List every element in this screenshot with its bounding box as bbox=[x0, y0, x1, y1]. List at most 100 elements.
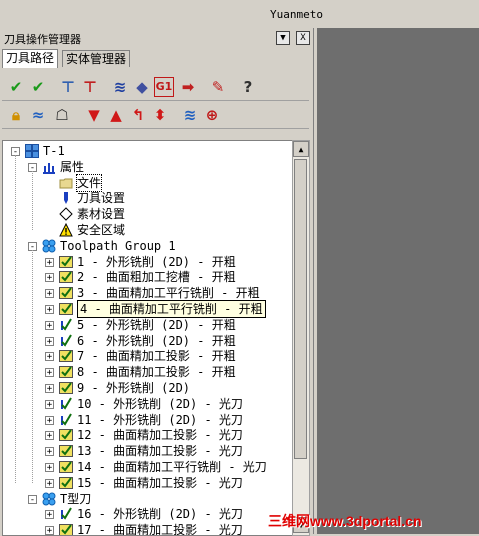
tree-operation[interactable]: +5 - 外形铣削 (2D) - 开粗 bbox=[3, 317, 290, 333]
toolbar-row-2: 🔒︎ ≈ ☖ ▼ ▲ ↰ ⬍ ≋ ⊕ bbox=[2, 102, 309, 129]
files-icon bbox=[59, 176, 73, 190]
tree-property-item[interactable]: 素材设置 bbox=[3, 206, 290, 222]
node-label: 安全区域 bbox=[77, 223, 126, 237]
properties-icon bbox=[42, 160, 56, 174]
expand-toggle[interactable]: + bbox=[45, 289, 54, 299]
toolbar-row-1: ✔ ✔ ⊤ ⊤ ≋ ◆ G1 ➡ ✎ ? bbox=[2, 74, 309, 101]
expand-toggle[interactable]: + bbox=[45, 510, 54, 520]
display-toggle-icon[interactable]: ≋ bbox=[180, 105, 200, 125]
graphics-viewport[interactable] bbox=[317, 28, 479, 534]
tree-operation[interactable]: +13 - 曲面精加工投影 - 光刀 bbox=[3, 443, 290, 459]
tree-operation[interactable]: +11 - 外形铣削 (2D) - 光刀 bbox=[3, 412, 290, 428]
scroll-thumb[interactable] bbox=[294, 159, 307, 459]
tree-scrollbar[interactable]: ▲ ▼ bbox=[292, 140, 310, 536]
expand-toggle[interactable]: + bbox=[45, 463, 54, 473]
operations-manager-panel: 刀具操作管理器 ▼ X 刀具路径 实体管理器 ✔ ✔ ⊤ ⊤ ≋ ◆ G1 ➡ … bbox=[0, 28, 314, 536]
title-strip: Yuanmeto bbox=[0, 0, 479, 28]
node-label: 7 - 曲面精加工投影 - 开粗 bbox=[77, 349, 236, 364]
tree-operation[interactable]: +3 - 曲面精加工平行铣削 - 开粗 bbox=[3, 285, 290, 301]
tree-operation[interactable]: +14 - 曲面精加工平行铣削 - 光刀 bbox=[3, 459, 290, 475]
scroll-up-arrow[interactable]: ▲ bbox=[293, 141, 309, 157]
tree-operation[interactable]: +15 - 曲面精加工投影 - 光刀 bbox=[3, 475, 290, 491]
move-down-icon[interactable]: ▼ bbox=[84, 105, 104, 125]
node-label: 1 - 外形铣削 (2D) - 开粗 bbox=[77, 254, 236, 269]
node-label: T-1 bbox=[43, 144, 65, 158]
tree-properties[interactable]: - 属性 bbox=[3, 159, 290, 175]
tree-operation[interactable]: +4 - 曲面精加工平行铣削 - 开粗 bbox=[3, 300, 290, 318]
operation-tree[interactable]: - T-1- 属性 文件 刀具设置 素材设置 安全区域 - Toolpath Group 1 +1… bbox=[2, 140, 293, 536]
tree-connector-line bbox=[32, 249, 33, 483]
expand-toggle[interactable]: + bbox=[45, 447, 54, 457]
regen-all-icon[interactable]: ⊤ bbox=[58, 77, 78, 97]
select-dirty-ops-icon[interactable]: ✔ bbox=[28, 77, 48, 97]
valid-op-icon bbox=[59, 318, 73, 332]
valid-op-icon bbox=[59, 397, 73, 411]
g1-post-icon[interactable]: G1 bbox=[154, 77, 174, 97]
dirty-op-icon bbox=[59, 270, 73, 284]
expand-toggle[interactable]: + bbox=[45, 368, 54, 378]
expand-toggle[interactable]: + bbox=[45, 431, 54, 441]
tab-toolpaths[interactable]: 刀具路径 bbox=[2, 49, 59, 68]
tree-operation[interactable]: +1 - 外形铣削 (2D) - 开粗 bbox=[3, 254, 290, 270]
expand-toggle[interactable]: + bbox=[45, 352, 54, 362]
expand-toggle[interactable]: + bbox=[45, 305, 54, 315]
lasso-icon[interactable]: ⊕ bbox=[202, 105, 222, 125]
tree-property-item[interactable]: 文件 bbox=[3, 173, 290, 192]
expand-toggle[interactable]: + bbox=[45, 257, 54, 267]
panel-dropdown-button[interactable]: ▼ bbox=[276, 31, 290, 45]
tree-operation[interactable]: +10 - 外形铣削 (2D) - 光刀 bbox=[3, 396, 290, 412]
tree-operation[interactable]: +9 - 外形铣削 (2D) bbox=[3, 380, 290, 396]
dirty-op-icon bbox=[59, 444, 73, 458]
valid-op-icon bbox=[59, 507, 73, 521]
tree-property-item[interactable]: 安全区域 bbox=[3, 222, 290, 238]
high-speed-icon[interactable]: ➡ bbox=[178, 77, 198, 97]
help-icon[interactable]: ? bbox=[238, 77, 258, 97]
hatch-helper-icon[interactable]: ✎ bbox=[208, 77, 228, 97]
expand-toggle[interactable]: + bbox=[45, 415, 54, 425]
tree-toolpath-group[interactable]: - T型刀 bbox=[3, 491, 290, 507]
tool-settings-icon bbox=[59, 191, 73, 205]
node-label: 4 - 曲面精加工平行铣削 - 开粗 bbox=[77, 300, 266, 318]
tree-property-item[interactable]: 刀具设置 bbox=[3, 190, 290, 206]
expand-toggle[interactable]: + bbox=[45, 336, 54, 346]
expand-toggle[interactable]: + bbox=[45, 320, 54, 330]
node-label: 12 - 曲面精加工投影 - 光刀 bbox=[77, 428, 243, 443]
node-label: 11 - 外形铣削 (2D) - 光刀 bbox=[77, 412, 243, 427]
expand-toggle[interactable]: + bbox=[45, 478, 54, 488]
tree-toolpath-group[interactable]: - Toolpath Group 1 bbox=[3, 238, 290, 254]
tree-operation[interactable]: +8 - 曲面精加工投影 - 开粗 bbox=[3, 364, 290, 380]
expand-toggle[interactable]: + bbox=[45, 384, 54, 394]
tree-operation[interactable]: +6 - 外形铣削 (2D) - 开粗 bbox=[3, 333, 290, 349]
panel-close-button[interactable]: X bbox=[296, 31, 310, 45]
insert-arrow-icon[interactable]: ↰ bbox=[128, 105, 148, 125]
panel-titlebar: 刀具操作管理器 ▼ X bbox=[2, 30, 312, 46]
expand-toggle[interactable]: + bbox=[45, 399, 54, 409]
wave-toggle-icon[interactable]: ≈ bbox=[28, 105, 48, 125]
tree-operation[interactable]: +2 - 曲面粗加工挖槽 - 开粗 bbox=[3, 269, 290, 285]
node-label: 9 - 外形铣削 (2D) bbox=[77, 381, 191, 395]
node-label: 15 - 曲面精加工投影 - 光刀 bbox=[77, 475, 243, 490]
collapse-toggle[interactable]: - bbox=[28, 494, 37, 504]
dirty-op-icon bbox=[59, 349, 73, 363]
tree-root[interactable]: - T-1 bbox=[3, 143, 290, 159]
node-label: 6 - 外形铣削 (2D) - 开粗 bbox=[77, 333, 236, 348]
backplot-icon[interactable]: ≋ bbox=[110, 77, 130, 97]
safety-zone-icon bbox=[59, 222, 73, 237]
machine-group-icon bbox=[25, 144, 39, 158]
toolpath-group-icon bbox=[42, 492, 56, 506]
tree-operation[interactable]: +7 - 曲面精加工投影 - 开粗 bbox=[3, 348, 290, 364]
move-up-icon[interactable]: ▲ bbox=[106, 105, 126, 125]
ghost-icon[interactable]: ☖ bbox=[52, 105, 72, 125]
lock-icon[interactable]: 🔒︎ bbox=[6, 105, 26, 125]
tab-solids[interactable]: 实体管理器 bbox=[62, 50, 131, 67]
verify-icon[interactable]: ◆ bbox=[132, 77, 152, 97]
dirty-op-icon bbox=[59, 365, 73, 379]
panel-title: 刀具操作管理器 bbox=[4, 33, 81, 46]
tree-operation[interactable]: +12 - 曲面精加工投影 - 光刀 bbox=[3, 427, 290, 443]
expand-toggle[interactable]: + bbox=[45, 273, 54, 283]
tree-operation[interactable]: +16 - 外形铣削 (2D) - 光刀 bbox=[3, 506, 290, 522]
regen-dirty-icon[interactable]: ⊤ bbox=[80, 77, 100, 97]
select-all-ops-icon[interactable]: ✔ bbox=[6, 77, 26, 97]
toolpath-group-icon bbox=[42, 239, 56, 253]
reorder-icon[interactable]: ⬍ bbox=[150, 105, 170, 125]
